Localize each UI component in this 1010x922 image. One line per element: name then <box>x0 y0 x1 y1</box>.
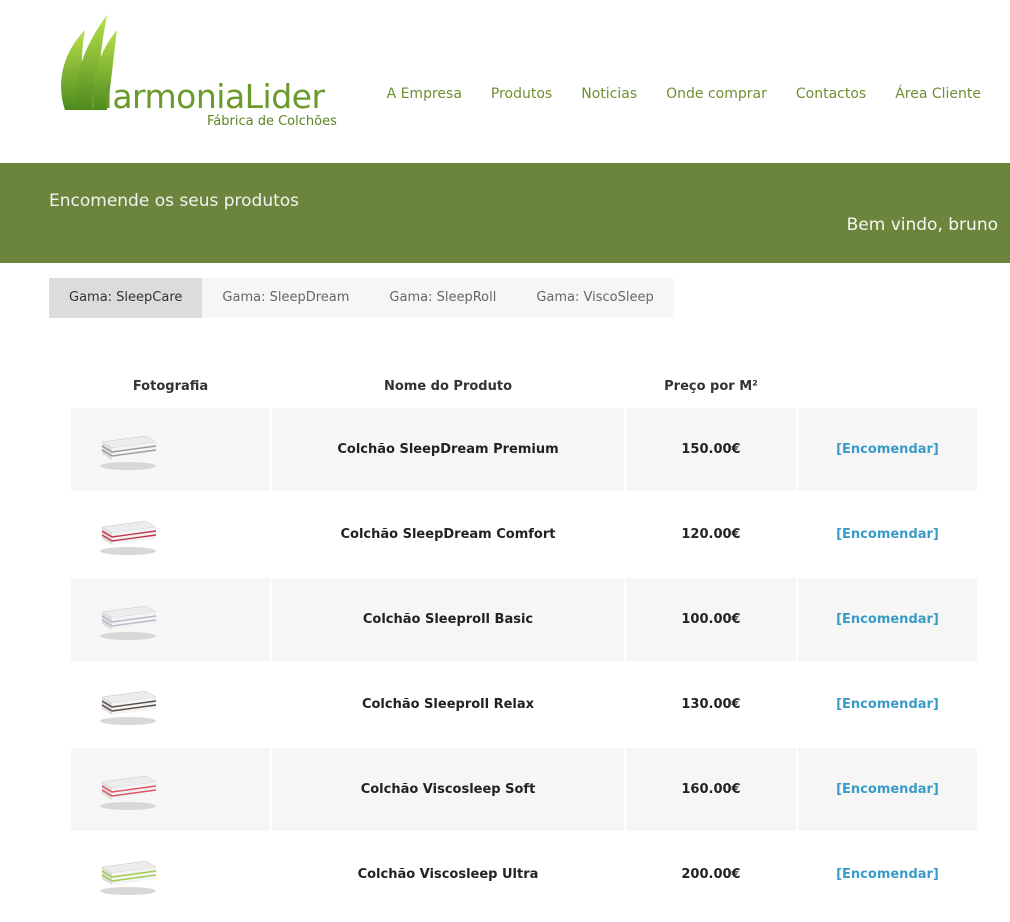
table-row: Colchão SleepDream Comfort 120.00€ [Encome… <box>71 493 977 576</box>
product-price: 160.00€ <box>626 748 796 831</box>
tab-sleepcare[interactable]: Gama: SleepCare <box>49 278 203 318</box>
product-photo-cell <box>71 833 270 916</box>
mattress-image <box>100 435 157 470</box>
product-name: Colchão Sleeproll Basic <box>272 578 624 661</box>
product-price: 130.00€ <box>626 663 796 746</box>
mattress-image <box>100 690 157 725</box>
brand-name: HarmoniaLider <box>88 77 325 117</box>
brand-name-second: Lider <box>244 77 325 116</box>
product-action-cell: [Encomendar] <box>798 578 977 661</box>
order-link[interactable]: [Encomendar] <box>836 697 939 712</box>
brand-name-first: Harmonia <box>88 77 245 116</box>
product-action-cell: [Encomendar] <box>798 408 977 491</box>
nav-item-empresa[interactable]: A Empresa <box>387 86 462 102</box>
product-photo-cell <box>71 748 270 831</box>
nav-item-area-cliente[interactable]: Área Cliente <box>895 86 981 102</box>
mattress-image <box>100 605 157 640</box>
order-link[interactable]: [Encomendar] <box>836 782 939 797</box>
main-nav: A Empresa Produtos Noticias Onde comprar… <box>358 86 981 102</box>
header-name: Nome do Produto <box>383 378 513 394</box>
tab-viscosleep[interactable]: Gama: ViscoSleep <box>516 278 674 318</box>
page-title: Encomende os seus produtos <box>49 191 300 211</box>
product-price: 150.00€ <box>626 408 796 491</box>
site-header: HarmoniaLider Fábrica de Colchões A Empr… <box>0 0 1010 163</box>
product-name: Colchão SleepDream Premium <box>272 408 624 491</box>
product-action-cell: [Encomendar] <box>798 748 977 831</box>
nav-item-contactos[interactable]: Contactos <box>796 86 866 102</box>
brand-tagline: Fábrica de Colchões <box>207 114 337 129</box>
order-link[interactable]: [Encomendar] <box>836 867 939 882</box>
table-header: Fotografia Nome do Produto Preço por M² <box>71 364 977 408</box>
header-price: Preço por M² <box>664 378 758 394</box>
product-name: Colchão Viscosleep Ultra <box>272 833 624 916</box>
product-action-cell: [Encomendar] <box>798 493 977 576</box>
mattress-image <box>100 860 157 895</box>
product-action-cell: [Encomendar] <box>798 833 977 916</box>
table-body: Colchão SleepDream Premium 150.00€ [Encome… <box>71 408 977 916</box>
nav-item-noticias[interactable]: Noticias <box>581 86 637 102</box>
table-row: Colchão Sleeproll Relax 130.00€ [Encomenda… <box>71 663 977 746</box>
product-photo-cell <box>71 663 270 746</box>
order-link[interactable]: [Encomendar] <box>836 527 939 542</box>
nav-item-onde-comprar[interactable]: Onde comprar <box>666 86 767 102</box>
table-row: Colchão SleepDream Premium 150.00€ [Encome… <box>71 408 977 491</box>
mattress-image <box>100 775 157 810</box>
mattress-image <box>100 520 157 555</box>
order-link[interactable]: [Encomendar] <box>836 612 939 627</box>
product-photo-cell <box>71 408 270 491</box>
tab-sleeproll[interactable]: Gama: SleepRoll <box>369 278 517 318</box>
welcome-message: Bem vindo, bruno <box>846 215 998 235</box>
header-photo: Fotografia <box>132 378 209 394</box>
page-banner: Encomende os seus produtos Bem vindo, br… <box>0 163 1010 263</box>
product-action-cell: [Encomendar] <box>798 663 977 746</box>
product-photo-cell <box>71 578 270 661</box>
product-name: Colchão Viscosleep Soft <box>272 748 624 831</box>
table-row: Colchão Sleeproll Basic 100.00€ [Encomenda… <box>71 578 977 661</box>
product-price: 200.00€ <box>626 833 796 916</box>
order-link[interactable]: [Encomendar] <box>836 442 939 457</box>
tab-sleepdream[interactable]: Gama: SleepDream <box>202 278 370 318</box>
table-row: Colchão Viscosleep Soft 160.00€ [Encomenda… <box>71 748 977 831</box>
table-row: Colchão Viscosleep Ultra 200.00€ [Encomend… <box>71 833 977 916</box>
product-name: Colchão SleepDream Comfort <box>272 493 624 576</box>
products-table: Fotografia Nome do Produto Preço por M² … <box>71 364 977 918</box>
product-price: 100.00€ <box>626 578 796 661</box>
range-tabs: Gama: SleepCare Gama: SleepDream Gama: S… <box>49 278 674 318</box>
product-price: 120.00€ <box>626 493 796 576</box>
nav-item-produtos[interactable]: Produtos <box>491 86 552 102</box>
brand-logo[interactable]: HarmoniaLider Fábrica de Colchões <box>55 10 355 135</box>
product-name: Colchão Sleeproll Relax <box>272 663 624 746</box>
product-photo-cell <box>71 493 270 576</box>
